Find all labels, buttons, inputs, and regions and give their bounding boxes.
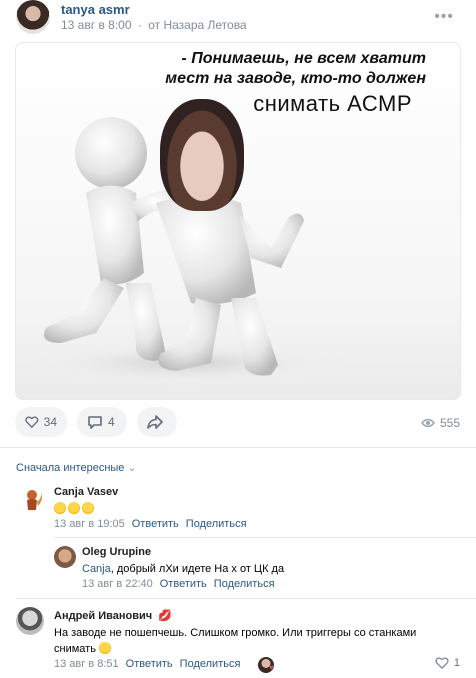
comment-meta: 13 авг в 8:51 Ответить Поделиться xyxy=(54,658,240,670)
share-button[interactable] xyxy=(137,407,177,437)
comment-date[interactable]: 13 авг в 8:51 xyxy=(54,658,119,670)
caption-line-1: - Понимаешь, не всем хватит xyxy=(181,50,426,67)
comment-meta: 13 авг в 22:40 Ответить Поделиться xyxy=(82,578,275,590)
post-image[interactable]: - Понимаешь, не всем хватит мест на заво… xyxy=(15,42,461,400)
post-meta: 13 авг в 8:00 · от Назара Летова xyxy=(61,18,247,32)
heart-icon xyxy=(25,416,39,429)
post-date[interactable]: 13 авг в 8:00 xyxy=(61,18,132,32)
liked-heart-icon: ♥ xyxy=(269,663,274,672)
mention-link[interactable]: Canja xyxy=(82,563,111,575)
commenter-name-text: Андрей Иванович xyxy=(54,610,153,622)
comment-line-2-text: снимать xyxy=(54,643,96,655)
comments-sort-label: Сначала интересные xyxy=(16,462,125,474)
meme-caption: - Понимаешь, не всем хватит мест на заво… xyxy=(16,49,460,89)
share-comment-button[interactable]: Поделиться xyxy=(180,658,241,670)
cowboy-emoji-icon xyxy=(68,502,80,514)
reply-button[interactable]: Ответить xyxy=(126,658,173,670)
share-icon xyxy=(146,415,163,429)
commenter-name[interactable]: Oleg Urupine xyxy=(82,546,151,558)
comment-body: , добрый лХи идете На х от ЦК да xyxy=(110,563,285,575)
divider xyxy=(54,537,476,538)
comments-sort[interactable]: Сначала интересные ⌄ xyxy=(16,461,137,474)
post-actions: 34 4 555 xyxy=(0,407,476,439)
share-comment-button[interactable]: Поделиться xyxy=(214,578,275,590)
comment-count: 4 xyxy=(108,415,115,429)
comment-date[interactable]: 13 авг в 19:05 xyxy=(54,518,125,530)
views-count: 555 xyxy=(439,416,460,430)
meta-dot: · xyxy=(137,18,142,32)
comment-reply: Oleg Urupine Canja, добрый лХи идете На … xyxy=(0,540,476,596)
author-avatar[interactable] xyxy=(16,0,50,34)
heart-icon xyxy=(435,657,449,669)
lips-emoji-icon: 💋 xyxy=(158,610,172,622)
face-photo xyxy=(160,99,244,211)
author-name[interactable]: tanya asmr xyxy=(61,2,130,17)
comment-text: Canja, добрый лХи идете На х от ЦК да xyxy=(82,561,284,577)
heart-eyes-emoji-icon xyxy=(54,502,66,514)
hugging-emoji-icon xyxy=(82,502,94,514)
commenter-name[interactable]: Canja Vasev xyxy=(54,486,118,498)
post-source[interactable]: от Назара Летова xyxy=(148,18,246,32)
comment-text xyxy=(54,501,96,517)
comment: Canja Vasev 13 авг в 19:05 Ответить Подели… xyxy=(0,480,476,540)
comment-icon xyxy=(88,415,102,429)
chevron-down-icon: ⌄ xyxy=(127,462,137,474)
comment-like-button[interactable]: 1 xyxy=(435,657,460,669)
reply-button[interactable]: Ответить xyxy=(132,518,179,530)
comment-date[interactable]: 13 авг в 22:40 xyxy=(82,578,153,590)
comment-button[interactable]: 4 xyxy=(77,407,127,437)
caption-line-2: мест на заводе, кто-то должен xyxy=(165,70,426,87)
comment-meta: 13 авг в 19:05 Ответить Поделиться xyxy=(54,518,247,530)
reply-button[interactable]: Ответить xyxy=(160,578,207,590)
post-header: tanya asmr 13 авг в 8:00 · от Назара Лет… xyxy=(0,0,476,40)
views-counter: 555 xyxy=(421,416,460,430)
squirrel-avatar-icon xyxy=(27,490,43,510)
comment-like-count: 1 xyxy=(453,657,460,669)
commenter-name[interactable]: Андрей Иванович 💋 xyxy=(54,609,172,622)
caption-line-3: снимать АСМР xyxy=(253,91,412,116)
commenter-avatar[interactable] xyxy=(16,607,44,635)
commenter-avatar[interactable] xyxy=(18,486,46,514)
comment-line-1: На заводе не пошепчешь. Слишком громко. … xyxy=(54,627,417,639)
divider xyxy=(0,447,476,448)
more-options-icon[interactable]: ••• xyxy=(434,8,454,26)
comment-text: На заводе не пошепчешь. Слишком громко. … xyxy=(54,625,464,657)
comment: Андрей Иванович 💋 На заводе не пошепчешь… xyxy=(0,601,476,676)
like-button[interactable]: 34 xyxy=(15,407,67,437)
like-count: 34 xyxy=(43,415,57,429)
commenter-avatar[interactable] xyxy=(54,546,76,568)
comment-line-2: снимать xyxy=(54,641,464,657)
laughing-emoji-icon xyxy=(99,642,111,654)
eye-icon xyxy=(421,418,435,428)
share-comment-button[interactable]: Поделиться xyxy=(186,518,247,530)
divider xyxy=(16,598,476,599)
